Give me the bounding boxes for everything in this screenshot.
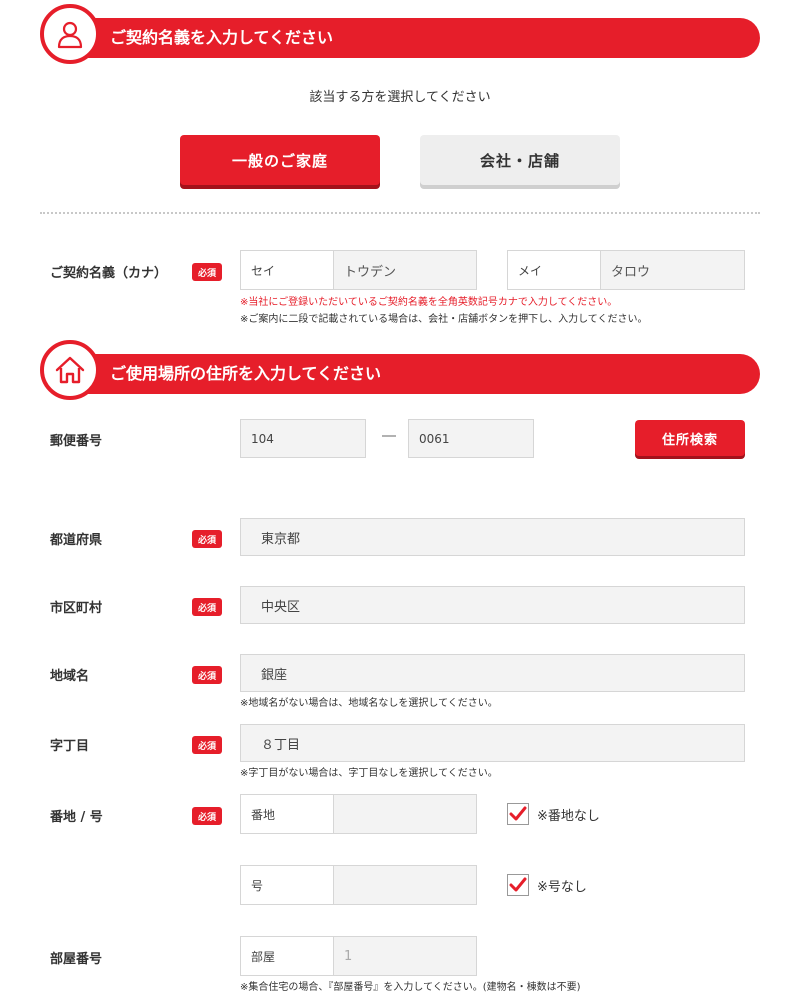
contract-section-header: ご契約名義を入力してください bbox=[40, 4, 760, 64]
postal-label: 郵便番号 bbox=[50, 434, 103, 449]
postal-first-input[interactable]: 104 bbox=[240, 419, 366, 458]
contract-note-red: ※当社にご登録いただいているご契約名義を全角英数記号カナで入力してください。 bbox=[240, 297, 618, 308]
go-input[interactable] bbox=[334, 866, 476, 904]
contract-name-label: ご契約名義（カナ） bbox=[50, 266, 168, 281]
room-note: ※集合住宅の場合、『部屋番号』を入力してください。(建物名・棟数は不要) bbox=[240, 982, 581, 993]
mei-label: メイ bbox=[508, 251, 601, 289]
banchi-input[interactable] bbox=[334, 795, 476, 833]
chome-note: ※字丁目がない場合は、字丁目なしを選択してください。 bbox=[240, 768, 498, 779]
required-badge: 必須 bbox=[192, 736, 222, 754]
no-go-label: ※号なし bbox=[537, 879, 587, 895]
room-field[interactable]: 部屋 1 bbox=[240, 936, 477, 976]
mei-input[interactable]: タロウ bbox=[601, 251, 744, 289]
section-title: ご契約名義を入力してください bbox=[110, 28, 334, 47]
house-icon bbox=[40, 340, 100, 400]
mei-field[interactable]: メイ タロウ bbox=[507, 250, 745, 290]
room-field-label: 部屋 bbox=[241, 937, 334, 975]
postal-second-input[interactable]: 0061 bbox=[408, 419, 534, 458]
area-note: ※地域名がない場合は、地域名なしを選択してください。 bbox=[240, 698, 498, 709]
go-field[interactable]: 号 bbox=[240, 865, 477, 905]
area-label: 地域名 bbox=[50, 669, 90, 684]
banchi-label: 番地 / 号 bbox=[50, 810, 103, 825]
dotted-divider bbox=[40, 212, 760, 214]
room-label: 部屋番号 bbox=[50, 952, 103, 967]
required-badge: 必須 bbox=[192, 807, 222, 825]
no-banchi-label: ※番地なし bbox=[537, 808, 600, 824]
required-badge: 必須 bbox=[192, 666, 222, 684]
go-field-label: 号 bbox=[241, 866, 334, 904]
address-section-header: ご使用場所の住所を入力してください bbox=[40, 340, 760, 400]
chome-label: 字丁目 bbox=[50, 739, 90, 754]
city-label: 市区町村 bbox=[50, 601, 103, 616]
prefecture-input[interactable]: 東京都 bbox=[240, 518, 745, 556]
household-button[interactable]: 一般のご家庭 bbox=[180, 135, 380, 185]
required-badge: 必須 bbox=[192, 598, 222, 616]
intro-text: 該当する方を選択してください bbox=[309, 90, 491, 105]
contract-note: ※ご案内に二段で記載されている場合は、会社・店舗ボタンを押下し、入力してください… bbox=[240, 314, 648, 325]
address-search-button[interactable]: 住所検索 bbox=[635, 420, 745, 456]
area-input[interactable]: 銀座 bbox=[240, 654, 745, 692]
required-badge: 必須 bbox=[192, 530, 222, 548]
checkmark-icon[interactable] bbox=[507, 803, 529, 825]
chome-input[interactable]: ８丁目 bbox=[240, 724, 745, 762]
banchi-field[interactable]: 番地 bbox=[240, 794, 477, 834]
company-button[interactable]: 会社・店舗 bbox=[420, 135, 620, 185]
checkmark-icon[interactable] bbox=[507, 874, 529, 896]
room-input[interactable]: 1 bbox=[334, 937, 476, 975]
sei-input[interactable]: トウデン bbox=[334, 251, 476, 289]
postal-separator: ― bbox=[382, 428, 396, 444]
no-banchi-checkbox[interactable]: ※番地なし bbox=[507, 803, 600, 825]
banchi-field-label: 番地 bbox=[241, 795, 334, 833]
city-input[interactable]: 中央区 bbox=[240, 586, 745, 624]
section-title: ご使用場所の住所を入力してください bbox=[110, 364, 382, 383]
sei-field[interactable]: セイ トウデン bbox=[240, 250, 477, 290]
required-badge: 必須 bbox=[192, 263, 222, 281]
sei-label: セイ bbox=[241, 251, 334, 289]
no-go-checkbox[interactable]: ※号なし bbox=[507, 874, 587, 896]
prefecture-label: 都道府県 bbox=[50, 533, 103, 548]
user-icon bbox=[40, 4, 100, 64]
